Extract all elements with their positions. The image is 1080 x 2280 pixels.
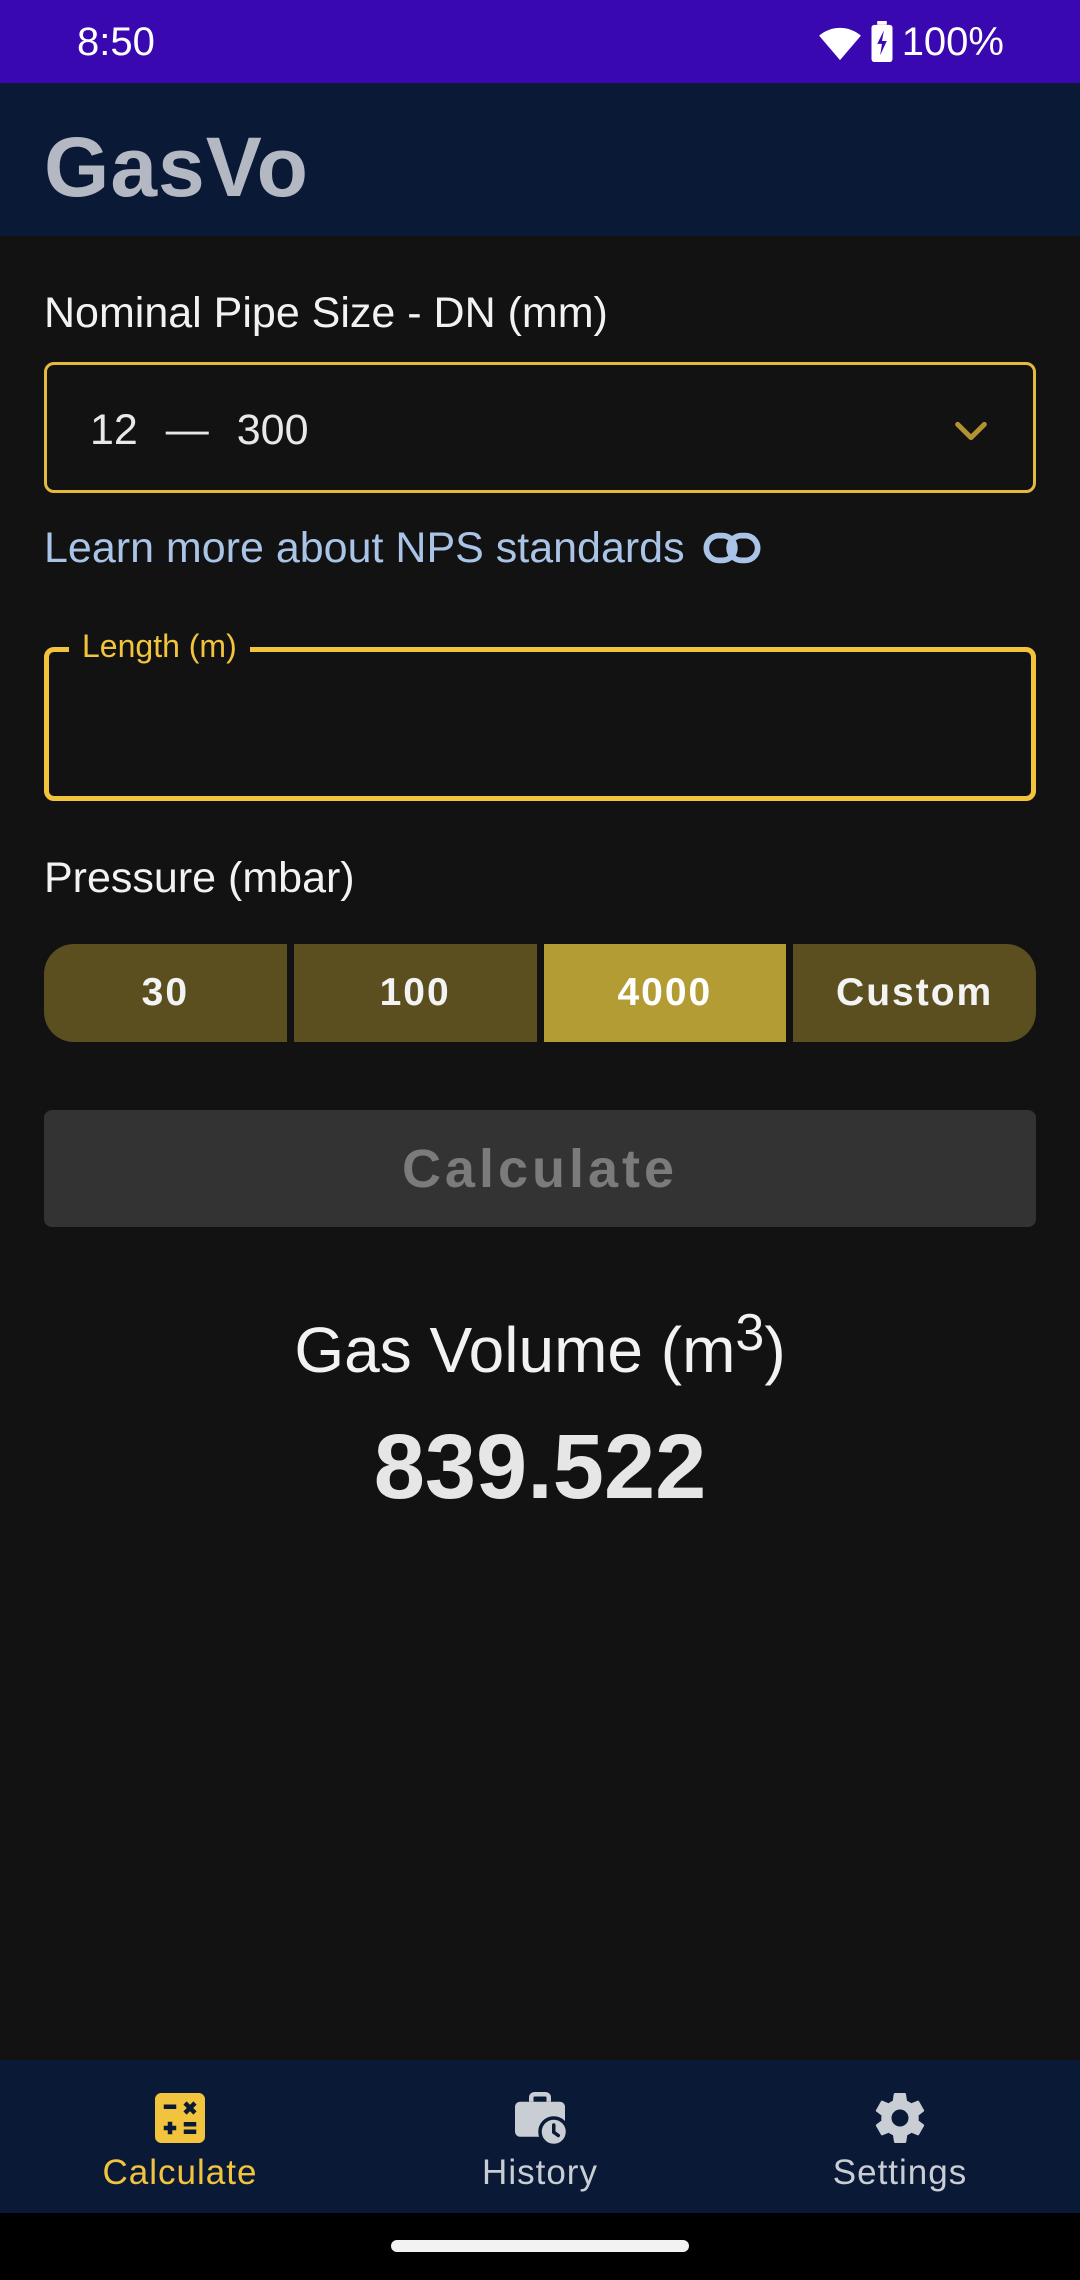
- pipe-size-separator: —: [165, 406, 209, 454]
- gas-volume-title: Gas Volume (m3): [0, 1307, 1080, 1390]
- wifi-icon: [818, 27, 861, 61]
- status-icons: 100%: [818, 18, 1004, 66]
- chevron-down-icon: [955, 421, 987, 441]
- calculator-icon: [155, 2093, 205, 2143]
- nav-item-calculate[interactable]: Calculate: [0, 2060, 360, 2213]
- gas-volume-value: 839.522: [373, 1416, 707, 1518]
- length-label: Length (m): [69, 624, 250, 668]
- pressure-option-30[interactable]: 30: [44, 944, 287, 1042]
- gas-volume-title-suffix: ): [764, 1314, 786, 1386]
- pressure-option-100[interactable]: 100: [293, 944, 537, 1042]
- nav-item-history[interactable]: History: [360, 2060, 720, 2213]
- status-time: 8:50: [77, 20, 155, 64]
- pressure-option-4000[interactable]: 4000: [543, 944, 787, 1042]
- nav-item-settings[interactable]: Settings: [720, 2060, 1080, 2213]
- pressure-option-custom[interactable]: Custom: [793, 944, 1036, 1042]
- nps-link-text: Learn more about NPS standards: [44, 524, 685, 572]
- length-input[interactable]: Length (m): [44, 624, 1036, 801]
- history-briefcase-icon: [515, 2092, 570, 2148]
- pressure-label: Pressure (mbar): [44, 854, 355, 902]
- pipe-size-selected-value: 12 — 300: [90, 404, 309, 456]
- nav-label-calculate: Calculate: [102, 2153, 258, 2192]
- pipe-size-dropdown[interactable]: 12 — 300: [44, 362, 1036, 493]
- home-gesture-handle[interactable]: [391, 2240, 689, 2252]
- status-bar: 8:50 100%: [0, 0, 1080, 83]
- pipe-size-value-from: 12: [90, 406, 138, 454]
- pressure-segmented-control: 30 100 4000 Custom: [44, 944, 1036, 1042]
- system-gesture-bar: [0, 2213, 1080, 2280]
- app-bar: GasVo: [0, 83, 1080, 236]
- bottom-navigation: Calculate History Settings: [0, 2060, 1080, 2213]
- nps-standards-link[interactable]: Learn more about NPS standards: [44, 520, 761, 576]
- calculate-button[interactable]: Calculate: [44, 1110, 1036, 1227]
- nav-label-history: History: [482, 2153, 598, 2192]
- battery-charging-icon: [871, 21, 893, 63]
- gas-volume-title-superscript: 3: [735, 1304, 765, 1362]
- battery-percent: 100%: [901, 20, 1004, 64]
- app-title: GasVo: [44, 120, 309, 214]
- pipe-size-value-to: 300: [236, 406, 309, 454]
- link-icon: [703, 532, 761, 564]
- gas-volume-title-text: Gas Volume (m: [294, 1314, 736, 1386]
- nav-label-settings: Settings: [832, 2153, 968, 2192]
- gear-icon: [875, 2093, 925, 2143]
- pipe-size-label: Nominal Pipe Size - DN (mm): [44, 289, 608, 337]
